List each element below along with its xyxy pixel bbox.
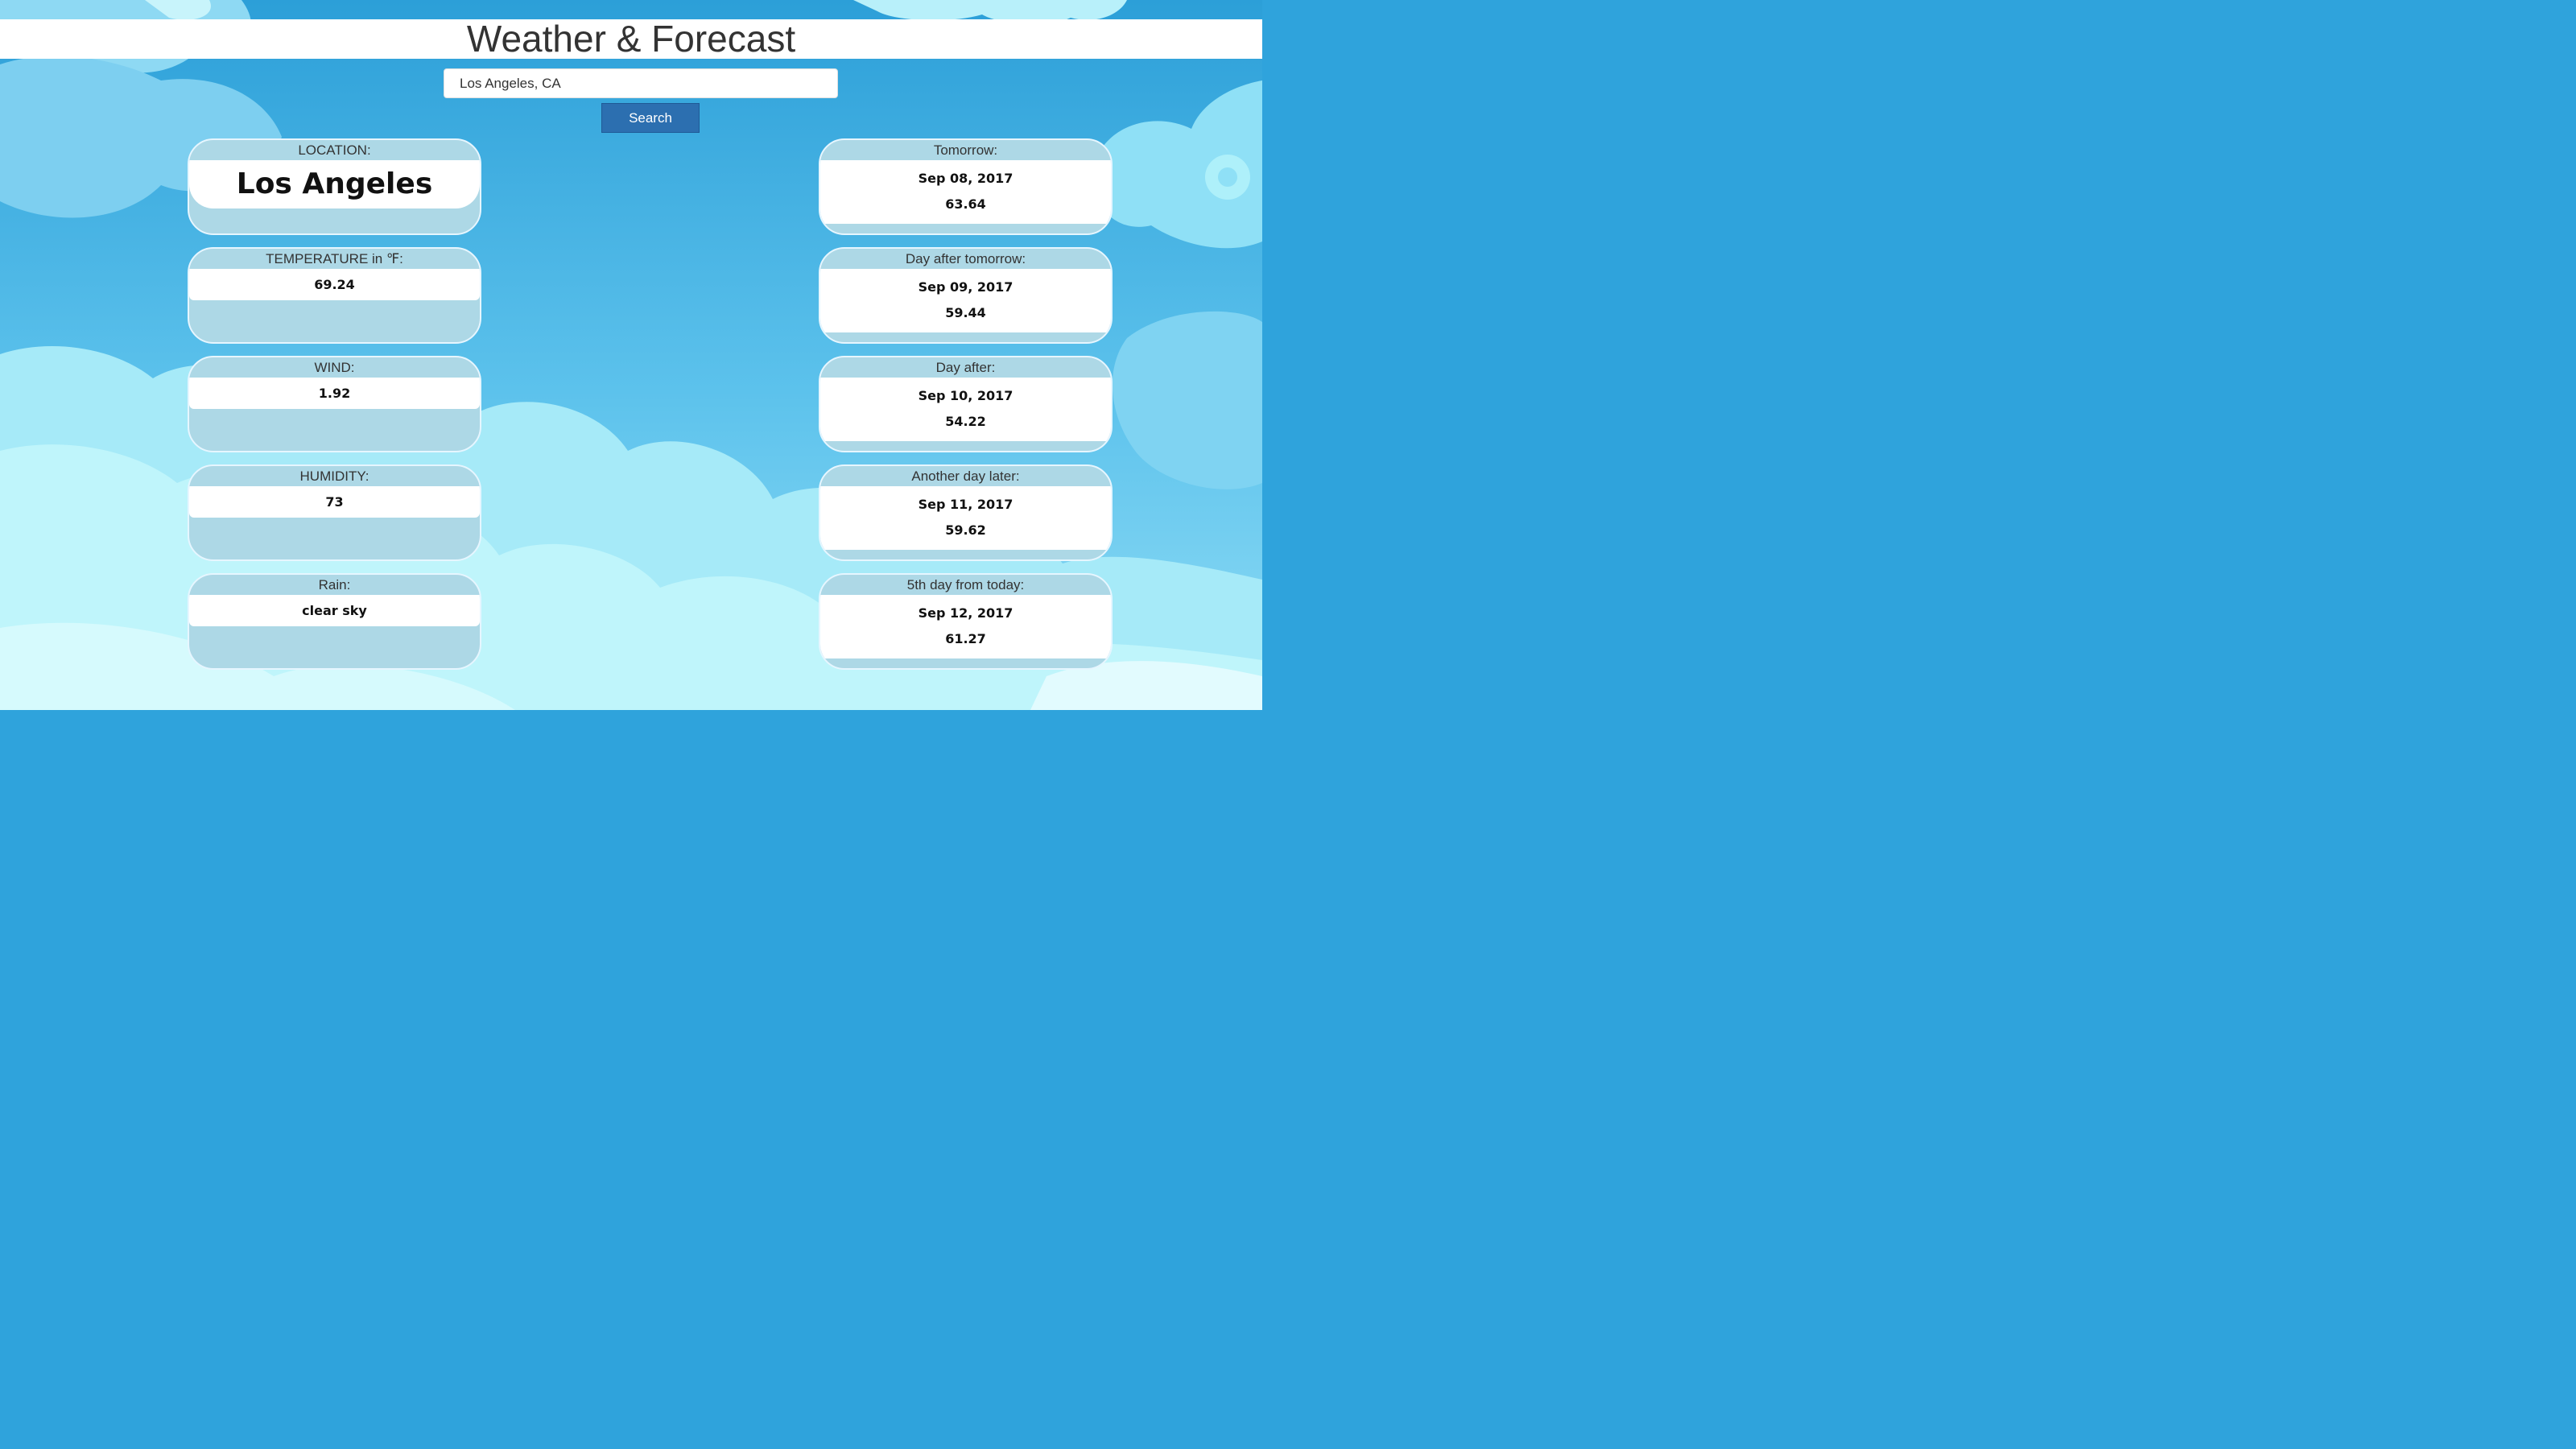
- humidity-card: HUMIDITY: 73: [188, 464, 481, 561]
- forecast-temp: 59.44: [945, 305, 986, 320]
- forecast-label: Day after tomorrow:: [905, 251, 1026, 266]
- forecast-temp: 59.62: [945, 522, 986, 538]
- forecast-values: Sep 12, 2017 61.27: [820, 595, 1111, 658]
- rain-label: Rain:: [318, 577, 351, 592]
- forecast-date: Sep 08, 2017: [918, 171, 1013, 186]
- wind-value: 1.92: [189, 378, 480, 409]
- temperature-value: 69.24: [189, 269, 480, 300]
- location-card: LOCATION: Los Angeles: [188, 138, 481, 235]
- forecast-temp: 63.64: [945, 196, 986, 212]
- forecast-values: Sep 08, 2017 63.64: [820, 160, 1111, 224]
- wind-card: WIND: 1.92: [188, 356, 481, 452]
- forecast-temp: 54.22: [945, 414, 986, 429]
- forecast-date: Sep 09, 2017: [918, 279, 1013, 295]
- temperature-label: TEMPERATURE in ℉:: [266, 251, 403, 266]
- forecast-values: Sep 11, 2017 59.62: [820, 486, 1111, 550]
- forecast-card-day4: Another day later: Sep 11, 2017 59.62: [819, 464, 1113, 561]
- location-label: LOCATION:: [298, 142, 371, 158]
- forecast-label: Another day later:: [911, 469, 1020, 484]
- search-input[interactable]: [444, 68, 838, 98]
- wind-label: WIND:: [314, 360, 355, 375]
- forecast-label: 5th day from today:: [906, 577, 1025, 592]
- forecast-date: Sep 11, 2017: [918, 497, 1013, 512]
- forecast-temp: 61.27: [945, 631, 986, 646]
- humidity-label: HUMIDITY:: [299, 469, 369, 484]
- forecast-card-day5: 5th day from today: Sep 12, 2017 61.27: [819, 573, 1113, 670]
- page-header: Weather & Forecast: [0, 19, 1262, 59]
- rain-value: clear sky: [189, 595, 480, 626]
- forecast-date: Sep 12, 2017: [918, 605, 1013, 621]
- forecast-card-day2: Day after tomorrow: Sep 09, 2017 59.44: [819, 247, 1113, 344]
- forecast-values: Sep 10, 2017 54.22: [820, 378, 1111, 441]
- rain-card: Rain: clear sky: [188, 573, 481, 670]
- humidity-value: 73: [189, 486, 480, 518]
- search-button[interactable]: Search: [601, 103, 700, 133]
- forecast-card-day3: Day after: Sep 10, 2017 54.22: [819, 356, 1113, 452]
- forecast-date: Sep 10, 2017: [918, 388, 1013, 403]
- temperature-card: TEMPERATURE in ℉: 69.24: [188, 247, 481, 344]
- forecast-values: Sep 09, 2017 59.44: [820, 269, 1111, 332]
- forecast-card-day1: Tomorrow: Sep 08, 2017 63.64: [819, 138, 1113, 235]
- forecast-label: Tomorrow:: [933, 142, 998, 158]
- forecast-label: Day after:: [935, 360, 996, 375]
- page-title: Weather & Forecast: [466, 18, 796, 60]
- location-value: Los Angeles: [189, 160, 480, 208]
